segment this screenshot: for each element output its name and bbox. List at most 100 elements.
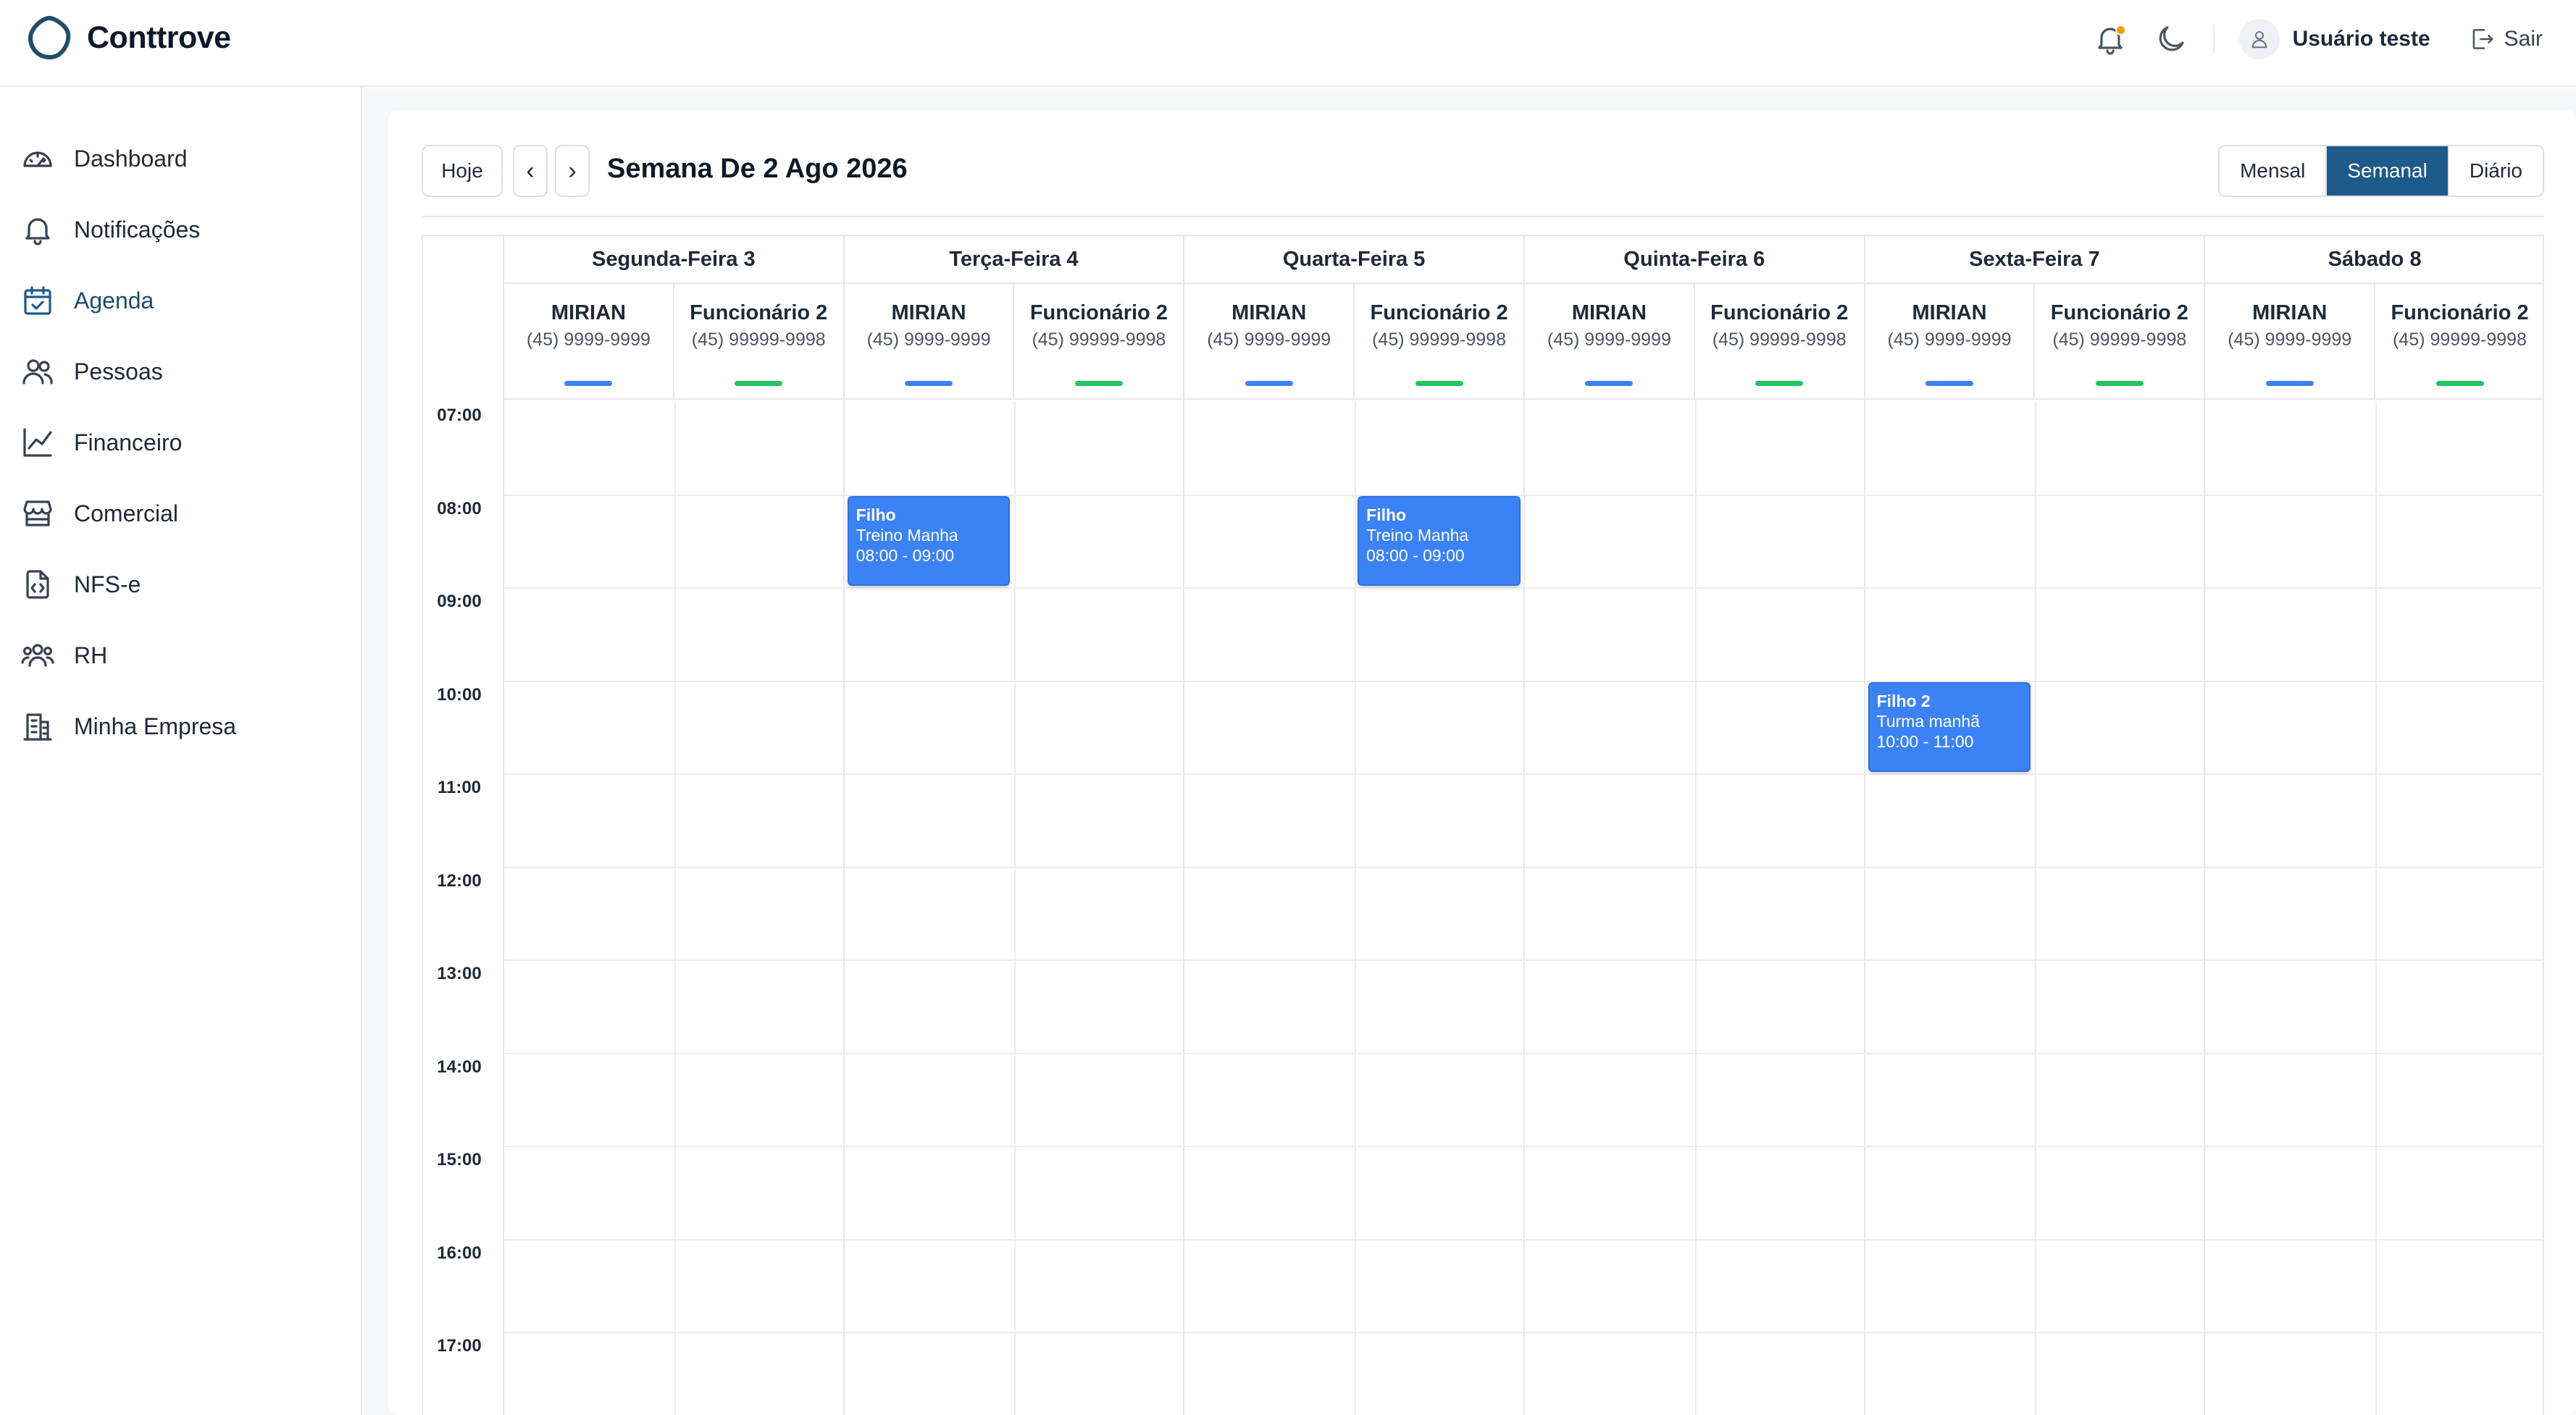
- time-label: 08:00: [437, 498, 482, 518]
- brand[interactable]: Conttrove: [26, 14, 231, 61]
- agenda-card: Hoje ‹ › Semana De 2 Ago 2026 Mensal Sem…: [388, 110, 2576, 1415]
- user-name: Usuário teste: [2292, 27, 2430, 51]
- resource-divider: [1014, 401, 1016, 1415]
- resource-phone: (45) 9999-9999: [2228, 329, 2352, 350]
- resource-phone: (45) 99999-9998: [1712, 329, 1847, 350]
- sidebar-item-financeiro[interactable]: Financeiro: [0, 407, 361, 478]
- today-button[interactable]: Hoje: [422, 145, 503, 197]
- resource-name: MIRIAN: [1912, 301, 1987, 324]
- logout-label: Sair: [2504, 27, 2543, 51]
- toolbar-divider: [422, 216, 2544, 217]
- resource-header[interactable]: MIRIAN (45) 9999-9999: [1184, 284, 1353, 398]
- time-label: 11:00: [437, 778, 482, 797]
- sidebar-item-agenda[interactable]: Agenda: [0, 265, 361, 336]
- day-header[interactable]: Quarta-Feira 5: [1184, 236, 1523, 284]
- resource-color-bar: [2435, 381, 2484, 386]
- calendar-event[interactable]: Filho 2 Turma manhã 10:00 - 11:00: [1868, 681, 2031, 772]
- sidebar-item-rh[interactable]: RH: [0, 620, 361, 691]
- time-label: 15:00: [437, 1150, 482, 1170]
- sidebar-item-label: Minha Empresa: [74, 713, 237, 739]
- day-header[interactable]: Sábado 8: [2205, 236, 2543, 284]
- resource-row: MIRIAN (45) 9999-9999 Funcionário 2 (45) 99…: [844, 284, 1184, 400]
- resource-header[interactable]: Funcionário 2 (45) 99999-9998: [1013, 284, 1183, 398]
- users-icon: [22, 359, 53, 385]
- day-header[interactable]: Terça-Feira 4: [844, 236, 1184, 284]
- resource-name: Funcionário 2: [2050, 301, 2188, 324]
- sidebar-item-label: Financeiro: [74, 429, 183, 455]
- logout-button[interactable]: Sair: [2468, 25, 2543, 53]
- resource-color-bar: [2265, 381, 2314, 386]
- resource-header[interactable]: Funcionário 2 (45) 99999-9998: [2374, 284, 2543, 398]
- resource-header[interactable]: MIRIAN (45) 9999-9999: [2205, 284, 2374, 398]
- resource-divider: [674, 401, 676, 1415]
- resource-phone: (45) 9999-9999: [1887, 329, 2012, 350]
- resource-header[interactable]: MIRIAN (45) 9999-9999: [845, 284, 1013, 398]
- resource-header[interactable]: MIRIAN (45) 9999-9999: [1865, 284, 2034, 398]
- resource-name: MIRIAN: [1231, 301, 1307, 324]
- resource-name: Funcionário 2: [1029, 301, 1168, 324]
- prev-week-button[interactable]: ‹: [513, 145, 548, 197]
- view-day-button[interactable]: Diário: [2447, 146, 2543, 196]
- resource-color-bar: [564, 381, 613, 386]
- resource-phone: (45) 99999-9998: [2393, 329, 2527, 350]
- hour-line: [504, 1146, 2543, 1147]
- sidebar-item-label: Pessoas: [74, 358, 163, 385]
- next-week-button[interactable]: ›: [555, 145, 590, 197]
- resource-name: Funcionário 2: [2391, 301, 2529, 324]
- resource-phone: (45) 99999-9998: [1032, 329, 1166, 350]
- bell-icon: [25, 218, 50, 245]
- building-icon: [23, 713, 52, 741]
- sidebar-item-label: RH: [74, 642, 108, 668]
- time-label: 14:00: [437, 1057, 482, 1077]
- calendar-event[interactable]: Filho Treino Manha 08:00 - 09:00: [847, 495, 1011, 586]
- trending-up-icon: [23, 428, 52, 457]
- sidebar-item-notificacoes[interactable]: Notificações: [0, 194, 361, 265]
- resource-color-bar: [1415, 381, 1463, 386]
- resource-name: MIRIAN: [1571, 301, 1647, 324]
- calendar-event[interactable]: Filho Treino Manha 08:00 - 09:00: [1358, 495, 1521, 586]
- sidebar-item-dashboard[interactable]: Dashboard: [0, 123, 361, 194]
- resource-header[interactable]: MIRIAN (45) 9999-9999: [504, 284, 673, 398]
- day-header[interactable]: Sexta-Feira 7: [1865, 236, 2204, 284]
- sidebar-item-minha-empresa[interactable]: Minha Empresa: [0, 691, 361, 762]
- moon-icon[interactable]: [2154, 22, 2188, 56]
- time-label: 07:00: [437, 406, 482, 425]
- resource-name: MIRIAN: [551, 301, 626, 324]
- time-label: 17:00: [437, 1336, 482, 1356]
- sidebar-item-label: Agenda: [74, 287, 154, 314]
- calendar-check-icon: [24, 286, 51, 315]
- notification-dot: [2115, 25, 2126, 35]
- view-week-button[interactable]: Semanal: [2325, 146, 2448, 196]
- resource-header[interactable]: Funcionário 2 (45) 99999-9998: [1353, 284, 1523, 398]
- resource-color-bar: [905, 381, 953, 386]
- resource-header[interactable]: MIRIAN (45) 9999-9999: [1525, 284, 1694, 398]
- resource-color-bar: [1925, 381, 1974, 386]
- dashboard-gauge-icon: [23, 151, 52, 167]
- day-header[interactable]: Segunda-Feira 3: [504, 236, 843, 284]
- user-menu[interactable]: Usuário teste: [2238, 19, 2430, 59]
- event-time: 08:00 - 09:00: [856, 545, 955, 565]
- notifications-button[interactable]: [2093, 22, 2128, 56]
- event-time: 08:00 - 09:00: [1366, 545, 1465, 565]
- hour-line: [504, 1238, 2543, 1240]
- hour-line: [504, 960, 2543, 961]
- file-code-icon: [26, 570, 49, 599]
- view-month-button[interactable]: Mensal: [2220, 146, 2326, 196]
- day-header[interactable]: Quinta-Feira 6: [1524, 236, 1864, 284]
- resource-color-bar: [1585, 381, 1634, 386]
- resource-header[interactable]: Funcionário 2 (45) 99999-9998: [1693, 284, 1864, 398]
- sidebar-item-nfse[interactable]: NFS-e: [0, 549, 361, 620]
- sidebar-item-label: Comercial: [74, 500, 179, 526]
- sidebar-item-comercial[interactable]: Comercial: [0, 478, 361, 549]
- resource-row: MIRIAN (45) 9999-9999 Funcionário 2 (45) 99…: [504, 284, 843, 400]
- week-calendar: Segunda-Feira 3 MIRIAN (45) 9999-9999 Funci…: [422, 235, 2544, 1415]
- event-subtitle: Treino Manha: [856, 525, 958, 545]
- view-switcher: Mensal Semanal Diário: [2218, 145, 2544, 197]
- sidebar-item-pessoas[interactable]: Pessoas: [0, 336, 361, 407]
- resource-divider: [2375, 401, 2378, 1415]
- resource-header[interactable]: Funcionário 2 (45) 99999-9998: [2033, 284, 2204, 398]
- resource-header[interactable]: Funcionário 2 (45) 99999-9998: [672, 284, 843, 398]
- brand-logo-icon: [28, 16, 71, 60]
- resource-color-bar: [1074, 381, 1123, 386]
- time-label: 09:00: [437, 592, 482, 611]
